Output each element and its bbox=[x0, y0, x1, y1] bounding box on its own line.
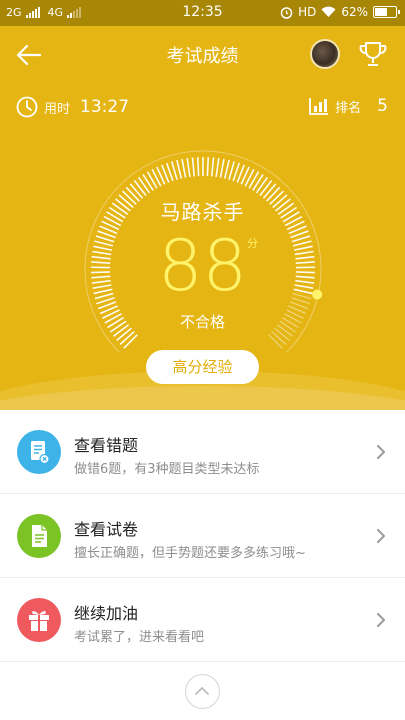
time-value: 13:27 bbox=[80, 97, 130, 117]
status-right: HD 62% bbox=[280, 5, 400, 19]
gauge-tick bbox=[271, 331, 287, 345]
gauge-tick bbox=[215, 158, 220, 178]
trophy-icon bbox=[359, 42, 387, 66]
gauge-tick bbox=[219, 158, 225, 178]
gauge-tick bbox=[176, 159, 183, 179]
gauge-tick bbox=[252, 174, 264, 191]
clock-icon bbox=[16, 96, 38, 118]
rank-label: 排名 bbox=[335, 100, 362, 116]
gauge-tick bbox=[228, 161, 236, 180]
bar-chart-icon bbox=[309, 98, 329, 115]
menu-title: 查看错题 bbox=[74, 436, 139, 455]
gauge-tick bbox=[223, 159, 230, 179]
result-label: 不合格 bbox=[179, 313, 225, 331]
gauge-tick bbox=[206, 157, 210, 177]
icon-circle bbox=[17, 514, 61, 558]
chevron-right-icon bbox=[377, 445, 385, 459]
menu-subtitle: 考试累了，进来看看吧 bbox=[74, 630, 205, 645]
menu-subtitle: 做错6题，有3种题目类型未达标 bbox=[74, 462, 260, 477]
gauge-tick bbox=[210, 157, 215, 177]
gauge-tick bbox=[181, 158, 187, 178]
wifi-icon bbox=[321, 6, 336, 18]
gauge-tick bbox=[268, 334, 283, 349]
ranking[interactable]: 排名 5 bbox=[309, 96, 388, 116]
grade-label: 马路杀手 bbox=[160, 200, 245, 224]
chevron-right-icon bbox=[377, 529, 385, 543]
action-list: 查看错题 做错6题，有3种题目类型未达标 查看试卷 擅长正确题，但手势题还要多多… bbox=[0, 410, 405, 662]
menu-item-keep-going[interactable]: 继续加油 考试累了，进来看看吧 bbox=[0, 578, 405, 662]
gauge-tick bbox=[123, 334, 138, 349]
menu-subtitle: 擅长正确题，但手势题还要多多练习哦~ bbox=[74, 546, 306, 561]
battery-fill bbox=[375, 8, 387, 16]
gauge-tick bbox=[259, 180, 273, 197]
wrong-questions-icon bbox=[31, 441, 50, 465]
time-used: 用时 13:27 bbox=[16, 96, 129, 118]
page-title: 考试成绩 bbox=[166, 46, 239, 67]
gauge-tick bbox=[255, 176, 269, 194]
avatar[interactable] bbox=[310, 39, 340, 69]
hd-label: HD bbox=[298, 5, 317, 19]
score-unit: 分 bbox=[247, 237, 258, 250]
gauge-tick bbox=[142, 174, 154, 191]
battery-icon bbox=[373, 6, 400, 18]
gauge-tick bbox=[133, 180, 147, 197]
menu-title: 查看试卷 bbox=[74, 520, 139, 539]
gauge-tick bbox=[137, 176, 151, 194]
menu-item-wrong-questions[interactable]: 查看错题 做错6题，有3种题目类型未达标 bbox=[0, 410, 405, 494]
chevron-right-icon bbox=[377, 613, 385, 627]
menu-item-exam-paper[interactable]: 查看试卷 擅长正确题，但手势题还要多多练习哦~ bbox=[0, 494, 405, 578]
time-label: 用时 bbox=[44, 101, 71, 117]
scroll-up-button[interactable] bbox=[185, 674, 220, 709]
chevron-up-icon bbox=[195, 687, 209, 695]
icon-circle bbox=[17, 430, 61, 474]
battery-percent: 62% bbox=[341, 5, 368, 19]
icon-circle bbox=[17, 598, 61, 642]
rank-value: 5 bbox=[377, 96, 388, 116]
alarm-icon bbox=[280, 6, 293, 19]
score-value: 88 bbox=[157, 225, 248, 307]
gauge-tick bbox=[170, 161, 178, 180]
status-bar: 2G 4G 12:35 HD 62% bbox=[0, 0, 405, 26]
gift-icon bbox=[29, 611, 49, 631]
trophy-button[interactable] bbox=[357, 38, 389, 70]
gauge-tick bbox=[186, 158, 191, 178]
score-hero: 考试成绩 用时 13:27 排名 5 马路杀手 88 分 不合格 高分经验 bbox=[0, 26, 405, 410]
exam-paper-icon bbox=[32, 525, 47, 547]
gauge-tick bbox=[196, 157, 200, 177]
experience-button[interactable]: 高分经验 bbox=[146, 350, 259, 384]
menu-title: 继续加油 bbox=[74, 604, 139, 623]
gauge-tick bbox=[119, 330, 135, 345]
gauge-tick bbox=[191, 157, 196, 177]
